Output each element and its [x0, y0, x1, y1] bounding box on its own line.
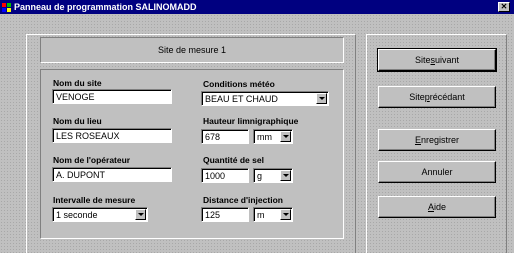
close-icon[interactable]: ✕ [498, 2, 510, 12]
salt-unit-select[interactable]: g [253, 168, 293, 183]
place-name-input[interactable]: LES ROSEAUX [52, 128, 172, 143]
site-name-label: Nom du site [53, 78, 102, 88]
help-button[interactable]: Aide [378, 196, 496, 218]
window-title: Panneau de programmation SALINOMADD [14, 2, 197, 12]
height-input[interactable]: 678 [201, 129, 249, 144]
distance-unit-value: m [257, 210, 265, 220]
height-unit-select[interactable]: mm [253, 129, 293, 144]
next-site-button[interactable]: Site s uivant [377, 48, 497, 72]
chevron-down-icon[interactable] [316, 93, 327, 104]
interval-select[interactable]: 1 seconde [52, 207, 148, 222]
site-header-label: Site de mesure 1 [157, 45, 227, 55]
operator-input[interactable]: A. DUPONT [52, 167, 172, 182]
chevron-down-icon[interactable] [280, 170, 291, 181]
distance-unit-select[interactable]: m [253, 207, 293, 222]
salt-label: Quantité de sel [203, 155, 264, 165]
app-icon [2, 2, 11, 12]
save-button[interactable]: Enregistrer [378, 129, 496, 151]
distance-input[interactable]: 125 [201, 207, 249, 222]
height-unit-value: mm [257, 132, 272, 142]
place-name-label: Nom du lieu [53, 116, 102, 126]
chevron-down-icon[interactable] [135, 209, 146, 220]
salt-unit-value: g [257, 171, 263, 181]
weather-select[interactable]: BEAU ET CHAUD [201, 91, 329, 106]
previous-site-button[interactable]: Site p récédant [378, 86, 496, 108]
site-name-input[interactable]: VENOGE [52, 89, 172, 104]
title-bar[interactable]: Panneau de programmation SALINOMADD ✕ [0, 0, 514, 14]
interval-label: Intervalle de mesure [53, 195, 136, 205]
weather-label: Conditions météo [203, 79, 275, 89]
chevron-down-icon[interactable] [280, 209, 291, 220]
weather-value: BEAU ET CHAUD [205, 94, 278, 104]
salt-input[interactable]: 1000 [201, 168, 249, 183]
chevron-down-icon[interactable] [280, 131, 291, 142]
site-header-box: Site de mesure 1 [40, 37, 344, 63]
height-label: Hauteur limnigraphique [203, 116, 299, 126]
distance-label: Distance d'injection [203, 195, 283, 205]
operator-label: Nom de l'opérateur [53, 155, 131, 165]
cancel-button[interactable]: Annuler [378, 161, 496, 183]
interval-value: 1 seconde [56, 210, 98, 220]
